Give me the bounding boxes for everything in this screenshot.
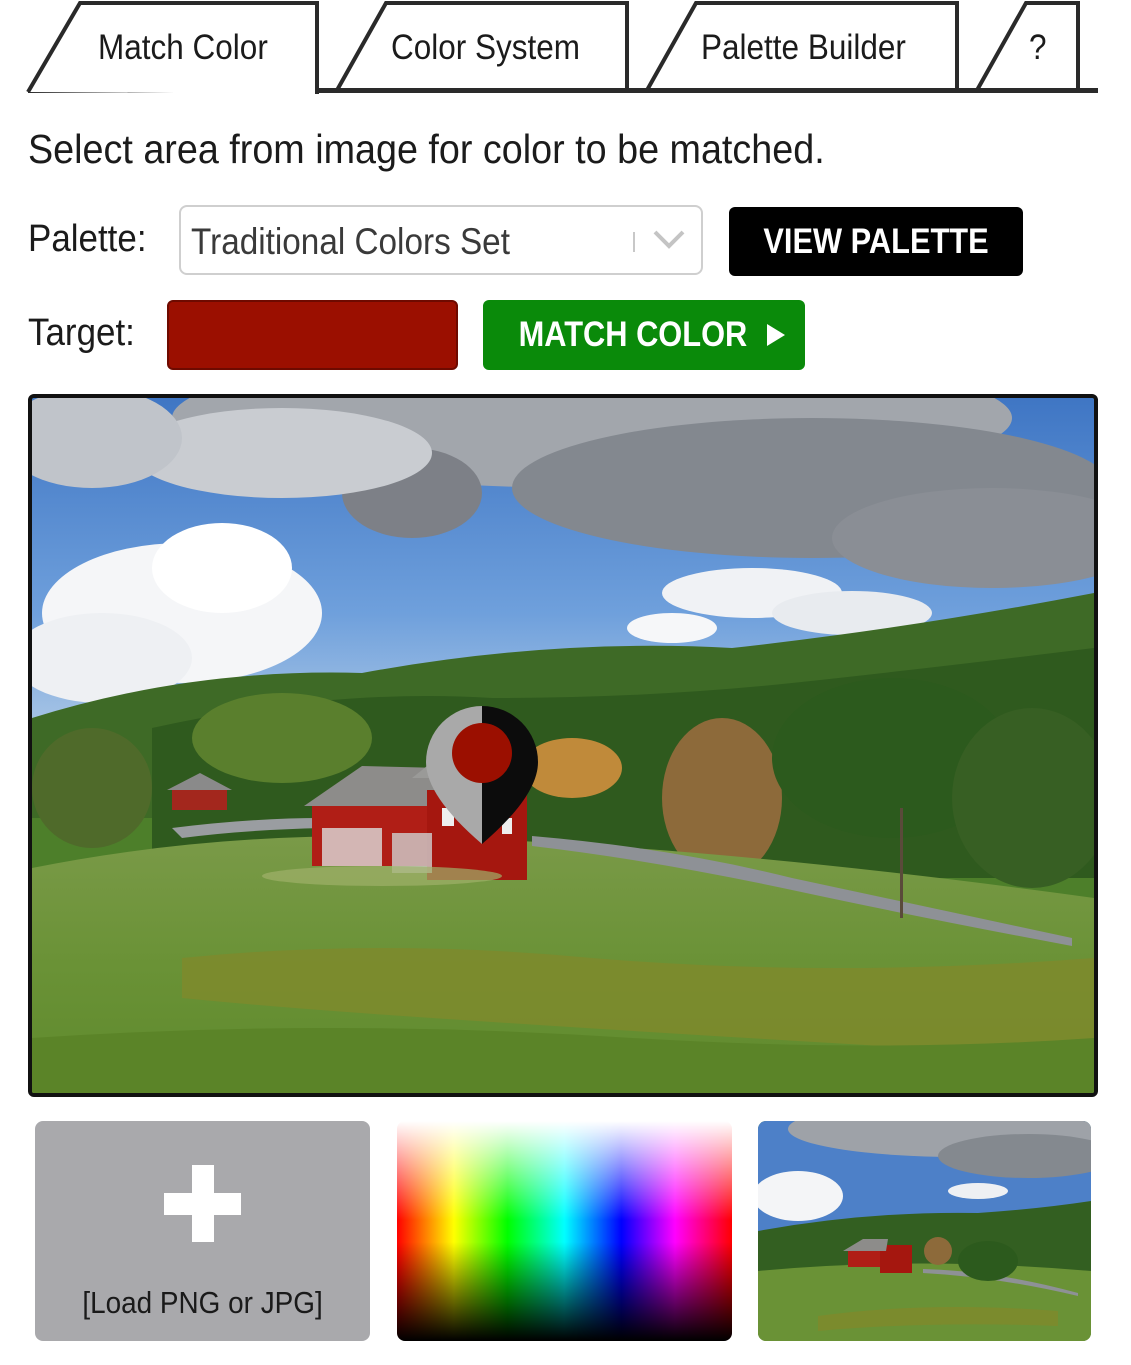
chevron-down-icon <box>653 230 685 249</box>
match-color-button[interactable]: MATCH COLOR <box>483 300 805 370</box>
tab-match-color[interactable]: Match Color <box>26 1 320 94</box>
source-image[interactable] <box>28 394 1098 1097</box>
tab-label: Match Color <box>98 28 268 67</box>
palette-label: Palette: <box>28 218 147 260</box>
load-image-button[interactable]: [Load PNG or JPG] <box>35 1121 370 1341</box>
tab-label: Color System <box>391 28 581 67</box>
view-palette-label: VIEW PALETTE <box>763 221 989 261</box>
target-label: Target: <box>28 312 135 354</box>
play-arrow-icon <box>766 324 785 346</box>
landscape-photo <box>32 398 1094 1093</box>
tab-color-system[interactable]: Color System <box>334 1 630 93</box>
instruction-text: Select area from image for color to be m… <box>28 126 825 172</box>
sample-image-thumbnail[interactable] <box>758 1121 1091 1341</box>
match-color-label: MATCH COLOR <box>518 315 748 354</box>
color-spectrum-picker[interactable] <box>397 1121 732 1341</box>
select-separator <box>633 232 635 252</box>
load-image-label: [Load PNG or JPG] <box>82 1285 323 1320</box>
tab-bar: Match Color Color System Palette Builder… <box>26 0 1098 96</box>
tab-help[interactable]: ? <box>974 1 1080 93</box>
view-palette-button[interactable]: VIEW PALETTE <box>729 207 1023 276</box>
tab-label: Palette Builder <box>701 28 906 67</box>
tab-palette-builder[interactable]: Palette Builder <box>644 1 960 93</box>
tab-shape <box>974 1 1080 93</box>
thumbnail-photo <box>758 1121 1091 1341</box>
target-color-swatch <box>167 300 458 370</box>
plus-icon <box>164 1165 241 1242</box>
palette-select-value: Traditional Colors Set <box>191 221 510 262</box>
palette-select[interactable]: Traditional Colors Set <box>179 205 703 275</box>
tab-label: ? <box>1029 28 1047 67</box>
